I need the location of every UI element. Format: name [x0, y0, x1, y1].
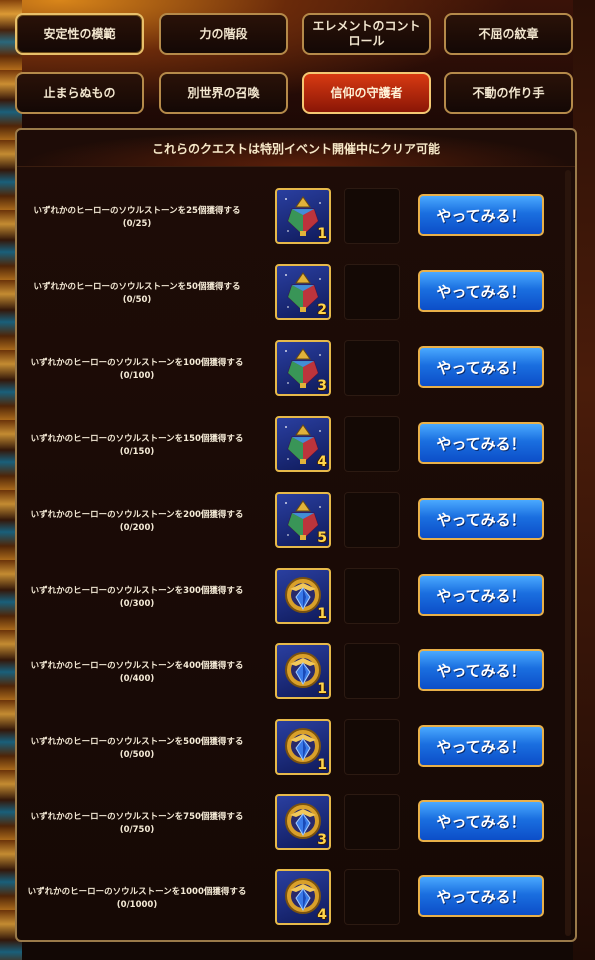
empty-reward-slot	[344, 264, 400, 320]
quest-text: いずれかのヒーローのソウルストーンを150個獲得する	[30, 433, 244, 444]
tab-otherworld-summon[interactable]: 別世界の召喚	[159, 72, 288, 114]
quest-row: いずれかのヒーローのソウルストーンを50個獲得する (0/50) 2 やってみる！	[17, 264, 557, 334]
tab-stairs-of-power[interactable]: 力の階段	[159, 13, 288, 55]
reward-count: 4	[317, 454, 327, 470]
quest-description: いずれかのヒーローのソウルストーンを25個獲得する (0/25)	[27, 188, 247, 246]
try-it-button[interactable]: やってみる！	[418, 270, 544, 312]
quest-progress: (0/500)	[119, 749, 155, 760]
empty-reward-slot	[344, 794, 400, 850]
try-it-button[interactable]: やってみる！	[418, 498, 544, 540]
quest-progress: (0/1000)	[116, 899, 158, 910]
empty-reward-slot	[344, 869, 400, 925]
reward-slot[interactable]: 1	[275, 719, 331, 775]
reward-slot[interactable]: 1	[275, 188, 331, 244]
quest-text: いずれかのヒーローのソウルストーンを300個獲得する	[30, 585, 244, 596]
try-it-button[interactable]: やってみる！	[418, 800, 544, 842]
quest-text: いずれかのヒーローのソウルストーンを500個獲得する	[30, 736, 244, 747]
try-it-button[interactable]: やってみる！	[418, 422, 544, 464]
reward-slot[interactable]: 4	[275, 869, 331, 925]
try-it-button[interactable]: やってみる！	[418, 875, 544, 917]
quest-progress: (0/200)	[119, 522, 155, 533]
tab-stability-model[interactable]: 安定性の模範	[15, 13, 144, 55]
quest-row: いずれかのヒーローのソウルストーンを750個獲得する (0/750) 3 やってみる…	[17, 794, 557, 864]
empty-reward-slot	[344, 568, 400, 624]
reward-slot[interactable]: 4	[275, 416, 331, 472]
quest-row: いずれかのヒーローのソウルストーンを400個獲得する (0/400) 1 やってみる…	[17, 643, 557, 713]
quest-description: いずれかのヒーローのソウルストーンを300個獲得する (0/300)	[27, 568, 247, 626]
reward-count: 2	[317, 302, 327, 318]
quest-description: いずれかのヒーローのソウルストーンを50個獲得する (0/50)	[27, 264, 247, 322]
reward-slot[interactable]: 1	[275, 643, 331, 699]
quest-row: いずれかのヒーローのソウルストーンを25個獲得する (0/25) 1 やってみる！	[17, 188, 557, 258]
reward-count: 4	[317, 907, 327, 923]
scrollbar[interactable]	[565, 170, 571, 936]
reward-count: 1	[317, 757, 327, 773]
quest-progress: (0/750)	[119, 824, 155, 835]
quest-description: いずれかのヒーローのソウルストーンを200個獲得する (0/200)	[27, 492, 247, 550]
empty-reward-slot	[344, 643, 400, 699]
try-it-button[interactable]: やってみる！	[418, 346, 544, 388]
try-it-button[interactable]: やってみる！	[418, 574, 544, 616]
quest-description: いずれかのヒーローのソウルストーンを500個獲得する (0/500)	[27, 719, 247, 777]
reward-slot[interactable]: 2	[275, 264, 331, 320]
tab-steadfast-maker[interactable]: 不動の作り手	[444, 72, 573, 114]
try-it-button[interactable]: やってみる！	[418, 194, 544, 236]
empty-reward-slot	[344, 719, 400, 775]
quest-text: いずれかのヒーローのソウルストーンを25個獲得する	[33, 205, 241, 216]
quest-text: いずれかのヒーローのソウルストーンを750個獲得する	[30, 811, 244, 822]
empty-reward-slot	[344, 188, 400, 244]
quest-description: いずれかのヒーローのソウルストーンを100個獲得する (0/100)	[27, 340, 247, 398]
reward-count: 1	[317, 226, 327, 242]
quest-row: いずれかのヒーローのソウルストーンを200個獲得する (0/200) 5 やってみる…	[17, 492, 557, 562]
quest-text: いずれかのヒーローのソウルストーンを50個獲得する	[33, 281, 241, 292]
quest-description: いずれかのヒーローのソウルストーンを750個獲得する (0/750)	[27, 794, 247, 852]
tab-element-control[interactable]: エレメントのコントロール	[302, 13, 431, 55]
quest-row: いずれかのヒーローのソウルストーンを100個獲得する (0/100) 3 やってみる…	[17, 340, 557, 410]
tab-unstoppable[interactable]: 止まらぬもの	[15, 72, 144, 114]
panel-header: これらのクエストは特別イベント開催中にクリア可能	[17, 130, 575, 167]
quest-row: いずれかのヒーローのソウルストーンを150個獲得する (0/150) 4 やってみる…	[17, 416, 557, 486]
quest-panel: これらのクエストは特別イベント開催中にクリア可能 いずれかのヒーローのソウルスト…	[15, 128, 577, 942]
quest-progress: (0/300)	[119, 598, 155, 609]
try-it-button[interactable]: やってみる！	[418, 649, 544, 691]
quest-progress: (0/150)	[119, 446, 155, 457]
quest-row: いずれかのヒーローのソウルストーンを300個獲得する (0/300) 1 やってみる…	[17, 568, 557, 638]
reward-count: 5	[317, 530, 327, 546]
quest-progress: (0/100)	[119, 370, 155, 381]
tab-guardian-of-faith[interactable]: 信仰の守護者	[302, 72, 431, 114]
empty-reward-slot	[344, 492, 400, 548]
quest-text: いずれかのヒーローのソウルストーンを1000個獲得する	[27, 886, 247, 897]
quest-row: いずれかのヒーローのソウルストーンを1000個獲得する (0/1000) 4 やって…	[17, 869, 557, 939]
quest-description: いずれかのヒーローのソウルストーンを1000個獲得する (0/1000)	[27, 869, 247, 927]
reward-count: 1	[317, 606, 327, 622]
reward-count: 3	[317, 378, 327, 394]
quest-progress: (0/25)	[122, 218, 152, 229]
quest-text: いずれかのヒーローのソウルストーンを200個獲得する	[30, 509, 244, 520]
reward-slot[interactable]: 1	[275, 568, 331, 624]
tab-unyielding-crest[interactable]: 不屈の紋章	[444, 13, 573, 55]
reward-slot[interactable]: 5	[275, 492, 331, 548]
quest-text: いずれかのヒーローのソウルストーンを100個獲得する	[30, 357, 244, 368]
quest-text: いずれかのヒーローのソウルストーンを400個獲得する	[30, 660, 244, 671]
reward-slot[interactable]: 3	[275, 340, 331, 396]
reward-count: 1	[317, 681, 327, 697]
quest-description: いずれかのヒーローのソウルストーンを150個獲得する (0/150)	[27, 416, 247, 474]
quest-row: いずれかのヒーローのソウルストーンを500個獲得する (0/500) 1 やってみる…	[17, 719, 557, 789]
empty-reward-slot	[344, 340, 400, 396]
empty-reward-slot	[344, 416, 400, 472]
quest-progress: (0/400)	[119, 673, 155, 684]
try-it-button[interactable]: やってみる！	[418, 725, 544, 767]
quest-progress: (0/50)	[122, 294, 152, 305]
reward-count: 3	[317, 832, 327, 848]
reward-slot[interactable]: 3	[275, 794, 331, 850]
quest-description: いずれかのヒーローのソウルストーンを400個獲得する (0/400)	[27, 643, 247, 701]
